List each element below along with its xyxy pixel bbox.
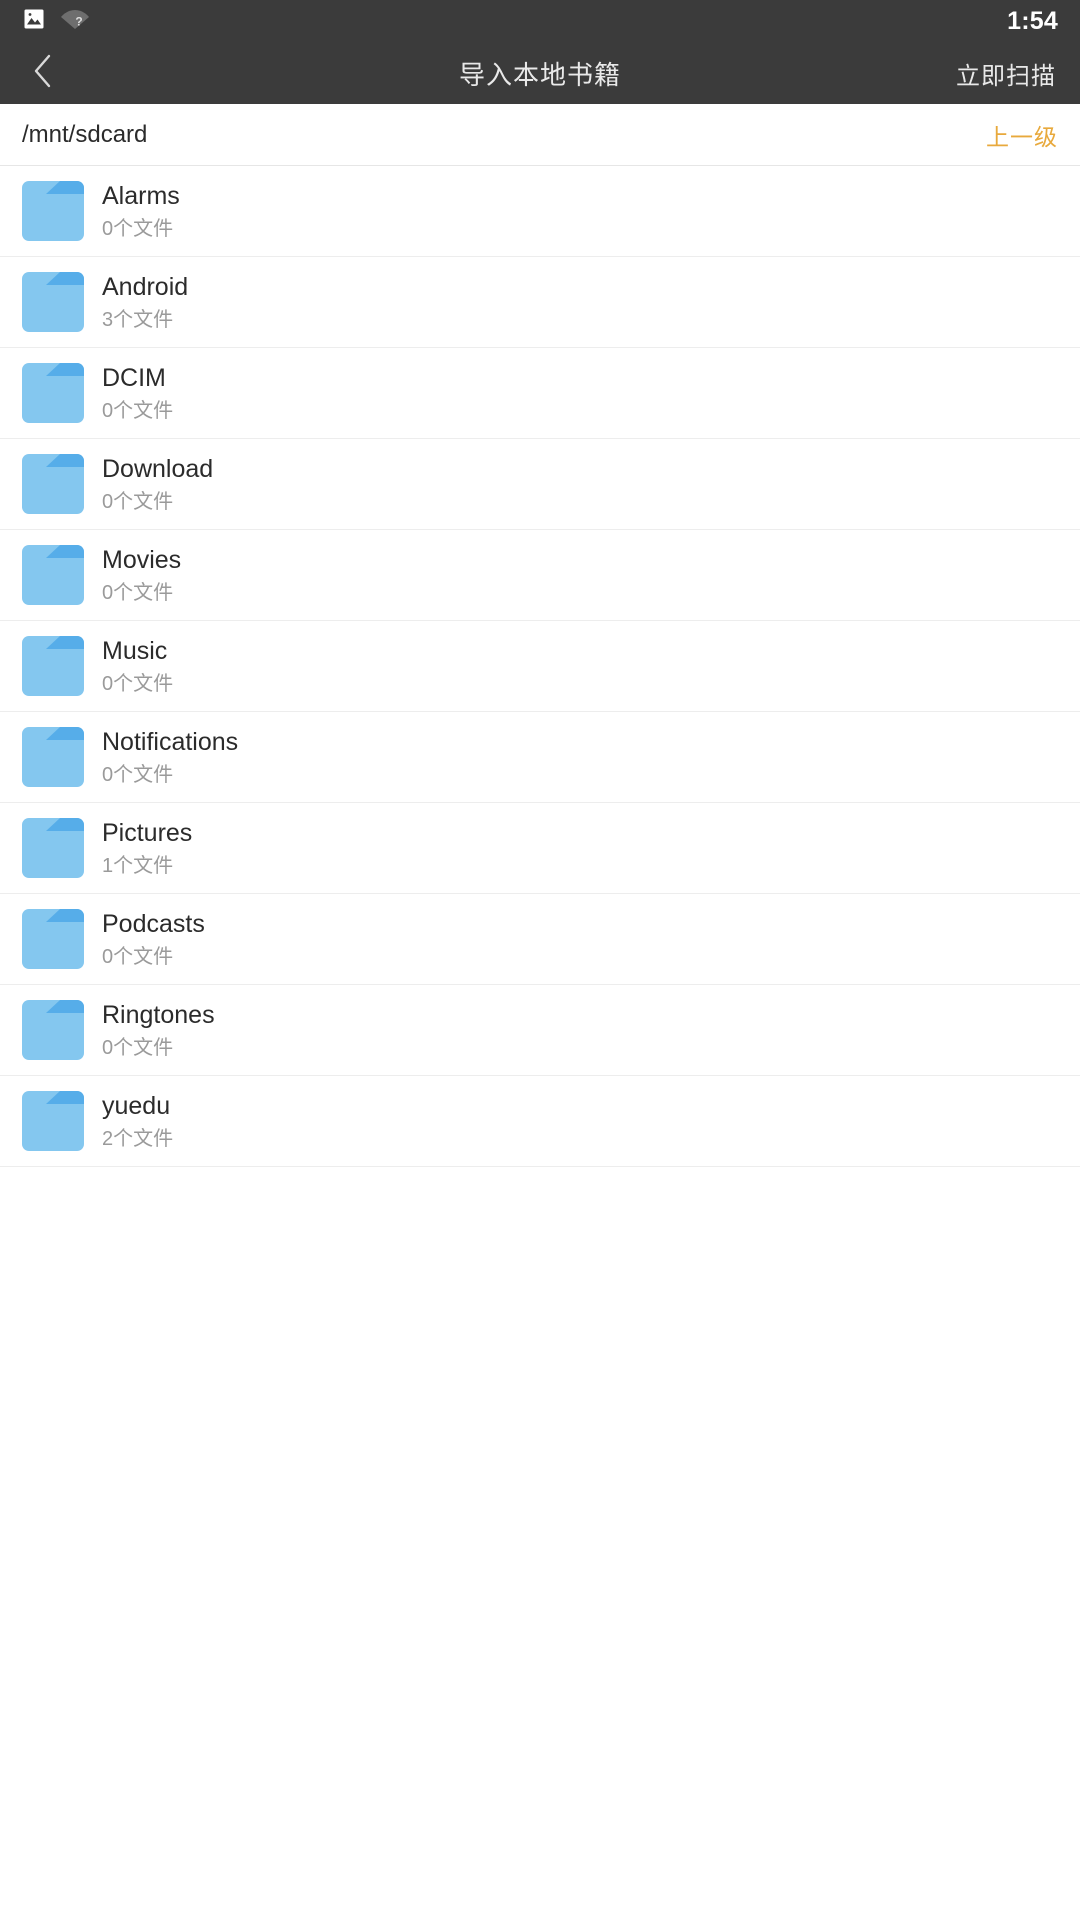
folder-file-count: 1个文件 xyxy=(102,855,174,878)
svg-text:?: ? xyxy=(75,14,82,28)
scan-now-button[interactable]: 立即扫描 xyxy=(956,56,1056,91)
list-item[interactable]: yuedu 2个文件 xyxy=(0,1076,1080,1167)
folder-icon xyxy=(22,454,84,514)
folder-name: DCIM xyxy=(102,363,166,392)
list-item-text: DCIM 0个文件 xyxy=(102,363,173,423)
path-bar: /mnt/sdcard 上一级 xyxy=(0,104,1080,166)
status-time: 1:54 xyxy=(1007,6,1058,35)
list-item-text: Download 0个文件 xyxy=(102,454,213,514)
screen-root: ? 1:54 导入本地书籍 立即扫描 /mnt/sdcard 上一级 Alarm… xyxy=(0,0,1080,1920)
folder-name: Movies xyxy=(102,545,182,574)
app-bar: 导入本地书籍 立即扫描 xyxy=(0,42,1080,104)
wifi-unknown-icon: ? xyxy=(60,7,90,36)
folder-file-count: 0个文件 xyxy=(102,1037,174,1060)
current-path: /mnt/sdcard xyxy=(22,120,148,148)
list-item[interactable]: Podcasts 0个文件 xyxy=(0,894,1080,985)
list-item[interactable]: Movies 0个文件 xyxy=(0,530,1080,621)
list-item-text: Movies 0个文件 xyxy=(102,545,181,605)
chevron-left-icon xyxy=(30,51,56,96)
folder-icon xyxy=(22,181,84,241)
status-bar-right: 1:54 xyxy=(1007,6,1058,35)
folder-file-count: 0个文件 xyxy=(102,764,174,787)
back-button[interactable] xyxy=(0,42,86,104)
list-item-text: Podcasts 0个文件 xyxy=(102,909,205,969)
folder-icon xyxy=(22,727,84,787)
list-item[interactable]: DCIM 0个文件 xyxy=(0,348,1080,439)
go-up-button[interactable]: 上一级 xyxy=(986,118,1058,152)
page-title: 导入本地书籍 xyxy=(458,59,621,90)
folder-name: Notifications xyxy=(102,727,239,756)
list-item-text: Alarms 0个文件 xyxy=(102,181,180,241)
folder-file-count: 0个文件 xyxy=(102,218,174,241)
folder-icon xyxy=(22,1000,84,1060)
folder-name: yuedu xyxy=(102,1091,171,1120)
folder-icon xyxy=(22,1091,84,1151)
folder-file-count: 0个文件 xyxy=(102,946,174,969)
folder-file-count: 3个文件 xyxy=(102,309,174,332)
folder-icon xyxy=(22,909,84,969)
folder-name: Alarms xyxy=(102,181,180,210)
list-item[interactable]: Notifications 0个文件 xyxy=(0,712,1080,803)
folder-icon xyxy=(22,363,84,423)
list-item[interactable]: Music 0个文件 xyxy=(0,621,1080,712)
folder-name: Music xyxy=(102,636,168,665)
folder-file-count: 2个文件 xyxy=(102,1128,174,1151)
folder-file-count: 0个文件 xyxy=(102,673,174,696)
list-item[interactable]: Download 0个文件 xyxy=(0,439,1080,530)
folder-icon xyxy=(22,545,84,605)
folder-name: Download xyxy=(102,454,214,483)
folder-icon xyxy=(22,272,84,332)
folder-file-count: 0个文件 xyxy=(102,582,174,605)
image-icon xyxy=(22,7,46,36)
list-item[interactable]: Alarms 0个文件 xyxy=(0,166,1080,257)
list-item[interactable]: Pictures 1个文件 xyxy=(0,803,1080,894)
list-item-text: Notifications 0个文件 xyxy=(102,727,238,787)
folder-name: Android xyxy=(102,272,189,301)
list-item-text: yuedu 2个文件 xyxy=(102,1091,173,1151)
folder-list[interactable]: Alarms 0个文件 Android 3个文件 DCIM 0个文件 Download 0个文… xyxy=(0,166,1080,1167)
list-item-text: Android 3个文件 xyxy=(102,272,188,332)
folder-icon xyxy=(22,636,84,696)
folder-file-count: 0个文件 xyxy=(102,491,174,514)
folder-name: Podcasts xyxy=(102,909,205,938)
folder-name: Pictures xyxy=(102,818,193,847)
folder-name: Ringtones xyxy=(102,1000,215,1029)
folder-icon xyxy=(22,818,84,878)
status-bar: ? 1:54 xyxy=(0,0,1080,42)
list-item[interactable]: Android 3个文件 xyxy=(0,257,1080,348)
list-item-text: Music 0个文件 xyxy=(102,636,173,696)
folder-file-count: 0个文件 xyxy=(102,400,174,423)
list-item-text: Pictures 1个文件 xyxy=(102,818,192,878)
list-item[interactable]: Ringtones 0个文件 xyxy=(0,985,1080,1076)
list-item-text: Ringtones 0个文件 xyxy=(102,1000,215,1060)
status-bar-icons: ? xyxy=(22,7,90,36)
